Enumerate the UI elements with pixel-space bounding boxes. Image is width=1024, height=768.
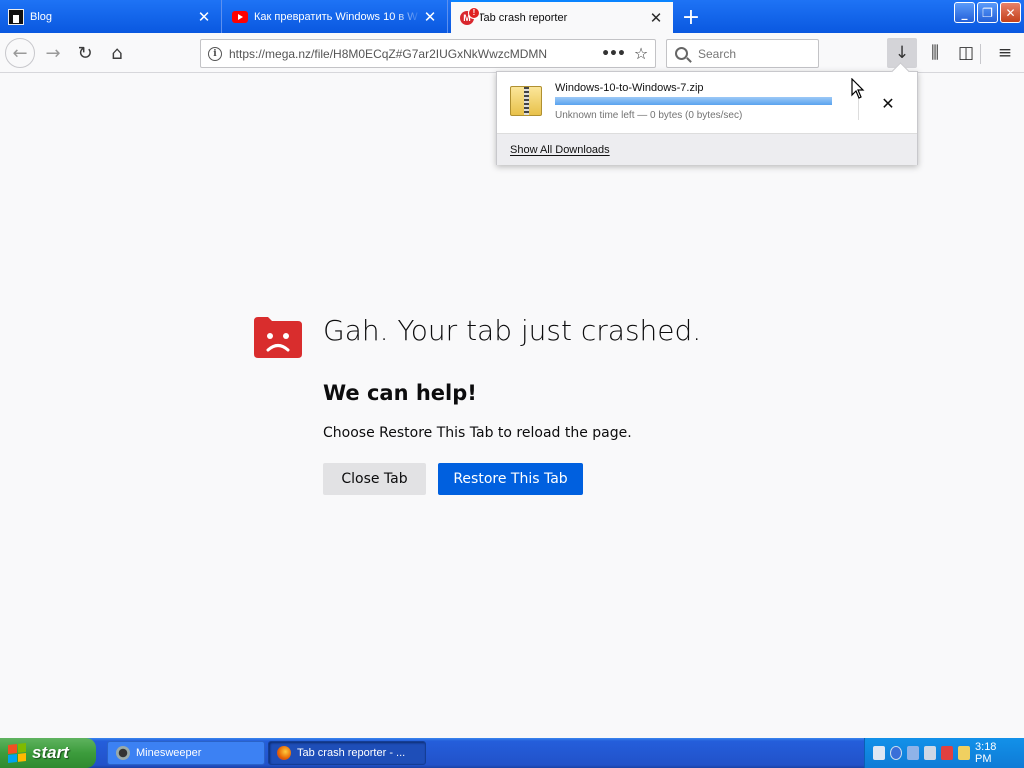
mouse-cursor-icon bbox=[851, 78, 865, 99]
download-progress-fill bbox=[555, 97, 832, 105]
security-icon[interactable] bbox=[941, 746, 954, 760]
show-all-downloads-label: Show All Downloads bbox=[510, 143, 610, 156]
show-all-downloads-button[interactable]: Show All Downloads bbox=[497, 133, 917, 165]
tab-label: Tab crash reporter bbox=[478, 12, 568, 24]
tab-strip: Blog ✕ Как превратить Windows 10 в W ✕ M… bbox=[0, 0, 1024, 34]
restore-tab-button[interactable]: Restore This Tab bbox=[438, 463, 583, 495]
library-button[interactable]: ⫼ bbox=[920, 38, 950, 68]
info-icon: i bbox=[208, 46, 222, 61]
youtube-favicon-icon bbox=[232, 9, 248, 25]
mega-favicon-icon: M bbox=[459, 7, 480, 26]
keyboard-icon[interactable] bbox=[873, 746, 885, 760]
crash-description: Choose Restore This Tab to reload the pa… bbox=[323, 425, 632, 441]
hamburger-menu-button[interactable]: ≡ bbox=[990, 38, 1020, 68]
close-icon[interactable]: ✕ bbox=[647, 9, 665, 27]
back-button[interactable]: ← bbox=[5, 38, 35, 68]
taskbar-item-firefox[interactable]: Tab crash reporter - ... bbox=[268, 741, 426, 765]
new-tab-button[interactable]: + bbox=[678, 4, 704, 30]
update-icon[interactable] bbox=[958, 746, 971, 760]
tab-label: Blog bbox=[30, 10, 53, 23]
firefox-icon bbox=[277, 746, 291, 760]
crash-title: Gah. Your tab just crashed. bbox=[323, 314, 702, 347]
tab-crash-reporter[interactable]: M Tab crash reporter ✕ bbox=[451, 0, 673, 34]
search-input[interactable] bbox=[698, 46, 808, 61]
home-button[interactable]: ⌂ bbox=[102, 38, 132, 68]
bookmark-star-icon[interactable]: ☆ bbox=[627, 44, 655, 63]
minesweeper-icon bbox=[116, 746, 130, 760]
maximize-button[interactable]: ❐ bbox=[977, 2, 998, 23]
crash-subtitle: We can help! bbox=[323, 381, 477, 405]
zip-file-icon bbox=[510, 86, 542, 116]
cancel-download-button[interactable]: ✕ bbox=[873, 88, 903, 118]
taskbar-item-minesweeper[interactable]: Minesweeper bbox=[107, 741, 265, 765]
page-actions-button[interactable]: ••• bbox=[599, 46, 627, 62]
window-close-button[interactable]: ✕ bbox=[1000, 2, 1021, 23]
network-icon[interactable] bbox=[907, 746, 920, 760]
system-tray: 3:18 PM bbox=[864, 738, 1024, 768]
start-button[interactable]: start bbox=[0, 738, 96, 768]
tab-youtube[interactable]: Как превратить Windows 10 в W ✕ bbox=[224, 0, 448, 33]
crashed-tab-icon bbox=[254, 317, 302, 358]
site-info-button[interactable]: i bbox=[201, 46, 229, 61]
url-text[interactable]: https://mega.nz/file/H8M0ECqZ#G7ar2IUGxN… bbox=[229, 47, 599, 61]
start-label: start bbox=[32, 743, 69, 762]
download-progress-bar bbox=[555, 97, 832, 105]
search-icon bbox=[675, 47, 688, 60]
close-tab-button[interactable]: Close Tab bbox=[323, 463, 426, 495]
toolbar-separator bbox=[980, 44, 981, 64]
minimize-button[interactable]: _ bbox=[954, 2, 975, 23]
tab-label: Как превратить Windows 10 в W bbox=[254, 10, 418, 23]
taskbar-item-label: Minesweeper bbox=[136, 747, 202, 759]
tray-expand-icon[interactable] bbox=[889, 746, 903, 760]
close-icon[interactable]: ✕ bbox=[421, 8, 439, 26]
volume-icon[interactable] bbox=[924, 746, 937, 760]
tab-blog[interactable]: Blog ✕ bbox=[0, 0, 222, 33]
taskbar: start Minesweeper Tab crash reporter - .… bbox=[0, 738, 1024, 768]
download-status: Unknown time left — 0 bytes (0 bytes/sec… bbox=[555, 110, 743, 121]
blog-favicon-icon bbox=[8, 8, 24, 25]
url-bar[interactable]: i https://mega.nz/file/H8M0ECqZ#G7ar2IUG… bbox=[200, 39, 656, 68]
window-controls: _ ❐ ✕ bbox=[954, 2, 1021, 23]
taskbar-item-label: Tab crash reporter - ... bbox=[297, 747, 406, 759]
download-filename: Windows-10-to-Windows-7.zip bbox=[555, 82, 704, 94]
system-clock[interactable]: 3:18 PM bbox=[975, 741, 1010, 765]
windows-logo-icon bbox=[8, 743, 26, 763]
navigation-toolbar: ← → ↻ ⌂ i https://mega.nz/file/H8M0ECqZ#… bbox=[0, 34, 1024, 73]
sidebar-button[interactable]: ◫ bbox=[951, 38, 981, 68]
forward-button[interactable]: → bbox=[38, 38, 68, 68]
close-icon[interactable]: ✕ bbox=[195, 8, 213, 26]
search-bar[interactable] bbox=[666, 39, 819, 68]
reload-button[interactable]: ↻ bbox=[70, 38, 100, 68]
